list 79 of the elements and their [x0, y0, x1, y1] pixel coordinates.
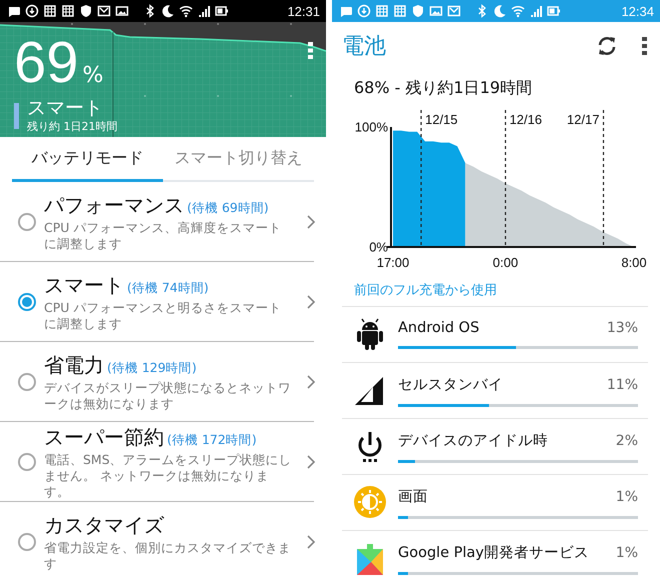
calendar-icon	[43, 4, 57, 18]
mode-description: 電話、SMS、アラームをスリープ状態にしません。 ネットワークは無効になります。	[44, 452, 293, 500]
usage-percent: 1%	[616, 544, 638, 560]
message-icon	[339, 4, 353, 18]
axis-label: 8:00	[621, 255, 647, 270]
battery-icon	[547, 4, 561, 18]
standby-time: (待機 69時間)	[187, 200, 269, 216]
usage-percent: 13%	[606, 320, 638, 336]
app-name: Android OS	[398, 320, 480, 336]
mode-title: カスタマイズ	[44, 512, 164, 539]
mode-title: 省電力	[44, 352, 104, 378]
axis-label: 100%	[354, 120, 388, 134]
message-icon	[7, 4, 21, 18]
screen-title: 電池	[342, 33, 386, 61]
usage-percent: 2%	[616, 432, 638, 448]
percent-sign: %	[82, 63, 104, 88]
mail-icon	[97, 4, 111, 18]
section-label: 前回のフル充電から使用	[353, 282, 498, 300]
calendar-icon	[61, 4, 75, 18]
shield-icon	[411, 4, 425, 18]
radio-button[interactable]	[18, 372, 36, 390]
mode-title: スマート	[44, 272, 124, 298]
image-icon	[115, 4, 129, 18]
download-icon	[357, 4, 371, 18]
mail-icon	[447, 4, 461, 18]
more-icon[interactable]	[308, 42, 314, 59]
standby-time: (待機 172時間)	[167, 432, 257, 448]
chevron-icon[interactable]	[306, 534, 316, 550]
app-name: デバイスのアイドル時	[398, 432, 548, 450]
date-label: 12/15	[425, 112, 458, 127]
radio-button[interactable]	[18, 212, 36, 230]
standby-time: (待機 129時間)	[107, 360, 197, 376]
download-icon	[25, 4, 39, 18]
axis-label: 0:00	[492, 255, 518, 270]
tab[interactable]: バッテリモード	[12, 137, 163, 182]
signal-icon	[197, 4, 211, 18]
mode-description: デバイスがスリープ状態になるとネットワークは無効になります	[44, 380, 292, 412]
battery-icon	[215, 4, 229, 18]
mode-description: CPU パフォーマンス、高輝度をスマートに調整します	[44, 220, 282, 252]
tab[interactable]: スマート切り替え	[163, 137, 314, 182]
axis-label: 17:00	[376, 255, 410, 270]
app-name: セルスタンバイ	[398, 376, 503, 394]
chevron-icon[interactable]	[306, 294, 316, 310]
radio-button[interactable]	[18, 452, 36, 470]
usage-percent: 11%	[606, 376, 638, 392]
app-name: 画面	[398, 488, 428, 506]
standby-time: (待機 74時間)	[127, 280, 209, 296]
chevron-icon[interactable]	[306, 454, 316, 470]
moon-icon	[493, 4, 507, 18]
calendar-icon	[375, 4, 389, 18]
moon-icon	[161, 4, 175, 18]
battery-percent: 69	[14, 34, 79, 92]
axis-label: 0%	[369, 240, 388, 254]
date-label: 12/16	[509, 112, 542, 127]
brightness-icon	[353, 484, 387, 520]
calendar-icon	[393, 4, 407, 18]
mode-description: CPU パフォーマンスと明るさをスマートに調整します	[44, 300, 282, 332]
wifi-icon	[179, 4, 193, 18]
signal-icon	[529, 4, 543, 18]
chevron-icon[interactable]	[306, 214, 316, 230]
chevron-icon[interactable]	[306, 374, 316, 390]
mode-description: 省電力設定を、個別にカスタマイズできます	[44, 540, 292, 572]
remaining-time: 残り約 1日21時間	[27, 118, 118, 134]
date-label: 12/17	[566, 112, 600, 127]
wifi-icon	[511, 4, 525, 18]
status-time: 12:34	[621, 4, 654, 18]
radio-button[interactable]	[18, 292, 36, 310]
usage-percent: 1%	[616, 488, 638, 504]
mode-name: スマート	[27, 98, 104, 119]
shield-icon	[79, 4, 93, 18]
refresh-icon[interactable]	[596, 35, 618, 57]
radio-button[interactable]	[18, 533, 36, 551]
mode-title: スーパー節約	[44, 424, 164, 450]
image-icon	[429, 4, 443, 18]
battery-summary: 68% - 残り約1日19時間	[353, 77, 534, 99]
mode-title: パフォーマンス	[44, 192, 184, 218]
status-time: 12:31	[287, 4, 320, 18]
more-icon[interactable]	[642, 37, 648, 55]
app-name: Google Play開発者サービス	[398, 544, 589, 562]
